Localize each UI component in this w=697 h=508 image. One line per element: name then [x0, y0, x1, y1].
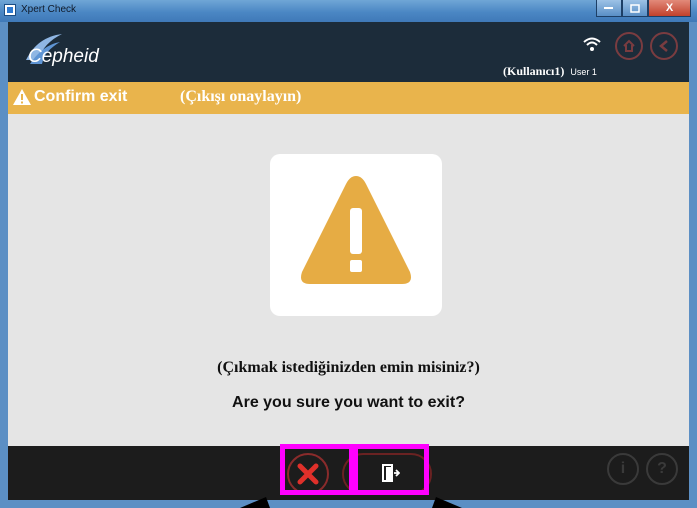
close-button[interactable]: X	[648, 0, 691, 17]
window-title: Xpert Check	[21, 4, 77, 15]
back-button[interactable]	[650, 32, 678, 60]
exit-highlight-box	[349, 444, 429, 495]
wifi-icon	[583, 37, 601, 51]
question-text-en: Are you sure you want to exit?	[232, 394, 465, 411]
banner-title-en: Confirm exit	[34, 88, 128, 105]
maximize-button[interactable]	[622, 0, 648, 17]
dialog-content: (Çıkmak istediğinizden emin misiniz?) Ar…	[8, 114, 689, 446]
footer-bar: i ?	[8, 444, 689, 500]
user-info: (Kullanıcı1) User 1	[503, 62, 597, 80]
close-icon: X	[665, 2, 674, 14]
minimize-button[interactable]	[596, 0, 622, 17]
help-icon: ?	[657, 460, 667, 477]
question-text-tr: (Çıkmak istediğinizden emin misiniz?)	[217, 359, 480, 376]
help-button[interactable]: ?	[646, 453, 678, 485]
warning-icon	[13, 89, 31, 105]
pointer-cursor-left	[240, 497, 270, 508]
user-name-en: User 1	[570, 67, 597, 77]
window-title-bar: Xpert Check X	[0, 0, 697, 22]
large-warning-icon	[301, 176, 411, 284]
user-name-tr: (Kullanıcı1)	[503, 64, 565, 78]
back-icon	[659, 40, 668, 52]
info-icon: i	[620, 460, 626, 477]
pointer-cursor-right	[432, 497, 462, 508]
window-controls: X	[596, 0, 691, 18]
warning-card	[270, 154, 442, 316]
banner-title-tr: (Çıkışı onaylayın)	[180, 88, 302, 105]
app-header: Cepheid (Kullanıcı1) User 1	[8, 22, 689, 82]
app-client-area: Cepheid (Kullanıcı1) User 1 Confirm exit	[8, 22, 689, 500]
logo-text: Cepheid	[28, 46, 99, 67]
home-button[interactable]	[615, 32, 643, 60]
home-icon	[623, 39, 635, 52]
confirm-exit-banner: Confirm exit (Çıkışı onaylayın)	[8, 82, 689, 114]
info-button[interactable]: i	[607, 453, 639, 485]
app-icon	[4, 4, 16, 16]
cancel-highlight-box	[280, 444, 358, 495]
